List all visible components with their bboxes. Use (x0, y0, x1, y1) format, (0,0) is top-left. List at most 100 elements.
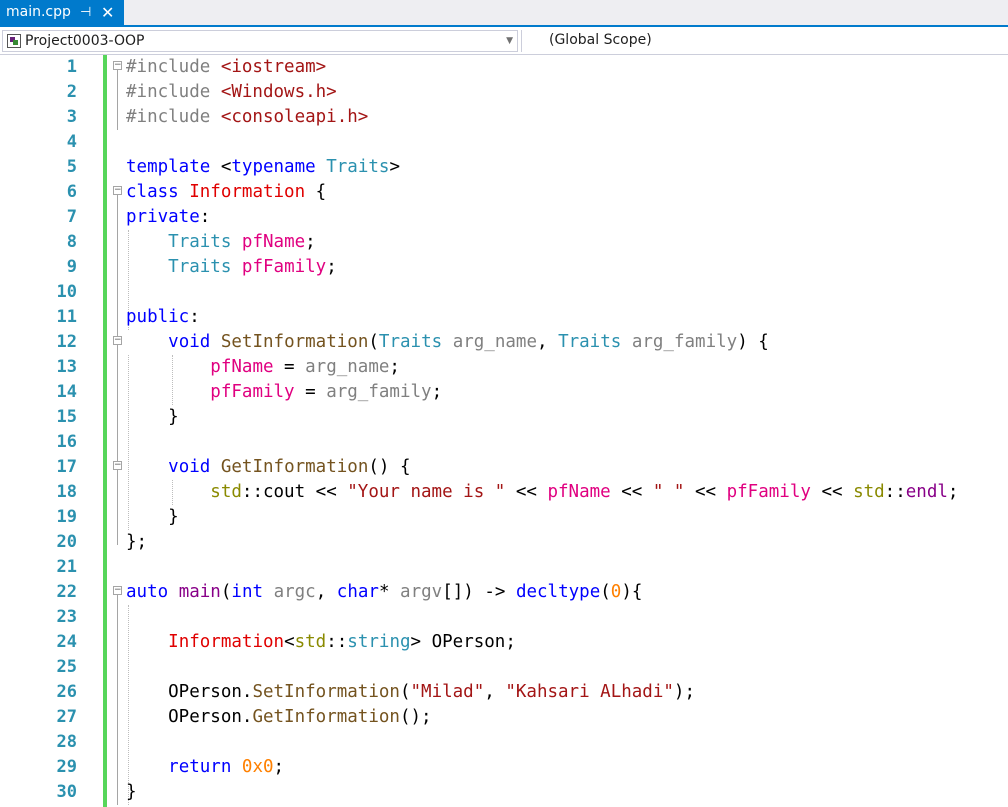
code-line: 25 (0, 655, 1008, 680)
line-number: 24 (56, 632, 77, 652)
code-line: 23 (0, 605, 1008, 630)
code-line: 9 Traits pfFamily; (0, 255, 1008, 280)
code-line: 21 (0, 555, 1008, 580)
code-line: 10 (0, 280, 1008, 305)
line-number: 15 (56, 407, 77, 427)
tab-title: main.cpp (6, 4, 71, 20)
code-text: return 0x0; (168, 757, 285, 777)
code-line: 13 pfName = arg_name; (0, 355, 1008, 380)
code-line: 29 return 0x0; (0, 755, 1008, 780)
code-text: Traits pfName; (168, 232, 316, 252)
code-line: 17 − void GetInformation() { (0, 455, 1008, 480)
collapse-icon[interactable]: − (113, 461, 122, 470)
line-number: 18 (56, 482, 77, 502)
code-line: 11 public: (0, 305, 1008, 330)
project-icon (7, 34, 21, 48)
line-number: 14 (56, 382, 77, 402)
code-text: }; (126, 532, 148, 552)
code-text: public: (126, 307, 200, 327)
line-number: 17 (56, 457, 77, 477)
chevron-down-icon[interactable]: ▼ (506, 31, 513, 51)
code-line: 5 template <typename Traits> (0, 155, 1008, 180)
code-line: 7 private: (0, 205, 1008, 230)
code-text: } (126, 407, 179, 427)
collapse-icon[interactable]: − (113, 586, 122, 595)
code-text: OPerson.GetInformation(); (126, 707, 432, 727)
navigation-bar: Project0003-OOP ▼ (Global Scope) (0, 28, 1008, 55)
code-text: auto main(int argc, char* argv[]) -> dec… (126, 582, 643, 602)
line-number: 20 (56, 532, 77, 552)
code-line: 1 − #include <iostream> (0, 55, 1008, 80)
line-number: 29 (56, 757, 77, 777)
line-number: 10 (56, 282, 77, 302)
code-line: 16 (0, 430, 1008, 455)
line-number: 16 (56, 432, 77, 452)
code-text: Traits pfFamily; (168, 257, 337, 277)
line-number: 21 (56, 557, 77, 577)
line-number: 4 (66, 132, 77, 152)
line-number: 6 (66, 182, 77, 202)
line-number: 27 (56, 707, 77, 727)
code-text: private: (126, 207, 211, 227)
project-dropdown[interactable]: Project0003-OOP ▼ (2, 30, 518, 52)
code-line: 8 Traits pfName; (0, 230, 1008, 255)
scope-label: (Global Scope) (549, 32, 652, 48)
document-tab-strip: main.cpp ⊣ ✕ (0, 0, 1008, 27)
code-line: 28 (0, 730, 1008, 755)
code-text: void GetInformation() { (168, 457, 411, 477)
scope-dropdown[interactable]: (Global Scope) (521, 30, 1007, 52)
code-text: OPerson.SetInformation("Milad", "Kahsari… (126, 682, 695, 702)
code-line: 20 }; (0, 530, 1008, 555)
code-line: 12 − void SetInformation(Traits arg_name… (0, 330, 1008, 355)
line-number: 30 (56, 782, 77, 802)
code-text: } (126, 507, 179, 527)
line-number: 13 (56, 357, 77, 377)
code-line: 4 (0, 130, 1008, 155)
code-line: 30 } (0, 780, 1008, 805)
code-line: 18 std::cout << "Your name is " << pfNam… (0, 480, 1008, 505)
close-icon[interactable]: ✕ (101, 0, 114, 25)
code-text: #include <Windows.h> (126, 82, 337, 102)
collapse-icon[interactable]: − (113, 186, 122, 195)
line-number: 12 (56, 332, 77, 352)
line-number: 9 (66, 257, 77, 277)
line-number: 7 (66, 207, 77, 227)
code-text: template <typename Traits> (126, 157, 400, 177)
code-line: 14 pfFamily = arg_family; (0, 380, 1008, 405)
collapse-icon[interactable]: − (113, 336, 122, 345)
code-line: 2 #include <Windows.h> (0, 80, 1008, 105)
code-text: void SetInformation(Traits arg_name, Tra… (168, 332, 769, 352)
code-line: 24 Information<std::string> OPerson; (0, 630, 1008, 655)
line-number: 28 (56, 732, 77, 752)
code-line: 26 OPerson.SetInformation("Milad", "Kahs… (0, 680, 1008, 705)
code-text: #include <iostream> (126, 57, 327, 77)
code-text: #include <consoleapi.h> (126, 107, 369, 127)
line-number: 1 (66, 57, 77, 77)
line-number: 5 (66, 157, 77, 177)
code-text: } (126, 782, 137, 802)
line-number: 19 (56, 507, 77, 527)
line-number: 3 (66, 107, 77, 127)
code-text: std::cout << "Your name is " << pfName <… (210, 482, 959, 502)
collapse-icon[interactable]: − (113, 61, 122, 70)
line-number: 23 (56, 607, 77, 627)
code-line: 27 OPerson.GetInformation(); (0, 705, 1008, 730)
line-number: 25 (56, 657, 77, 677)
pin-icon[interactable]: ⊣ (80, 0, 91, 25)
line-number: 22 (56, 582, 77, 602)
line-number: 11 (56, 307, 77, 327)
code-text: Information<std::string> OPerson; (168, 632, 516, 652)
line-number: 26 (56, 682, 77, 702)
line-number: 8 (66, 232, 77, 252)
tab-main-cpp[interactable]: main.cpp ⊣ ✕ (0, 0, 124, 25)
code-line: 19 } (0, 505, 1008, 530)
code-line: 15 } (0, 405, 1008, 430)
code-editor[interactable]: 1 − #include <iostream> 2 #include <Wind… (0, 55, 1008, 807)
code-line: 3 #include <consoleapi.h> (0, 105, 1008, 130)
line-number: 2 (66, 82, 77, 102)
code-line: 22 − auto main(int argc, char* argv[]) -… (0, 580, 1008, 605)
code-line: 6 − class Information { (0, 180, 1008, 205)
project-label: Project0003-OOP (25, 33, 145, 49)
code-text: pfName = arg_name; (210, 357, 400, 377)
code-text: class Information { (126, 182, 327, 202)
